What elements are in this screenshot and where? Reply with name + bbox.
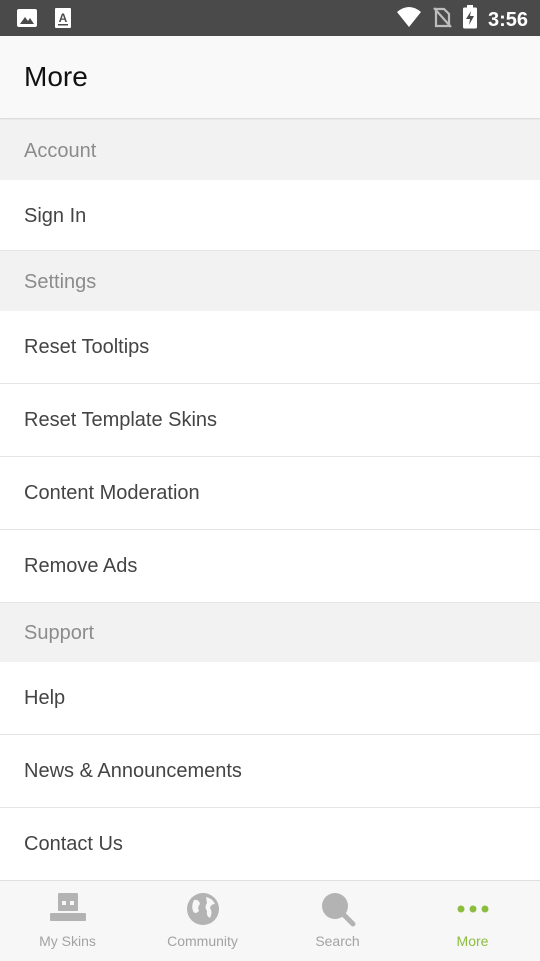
svg-text:A: A <box>59 11 68 25</box>
bottom-nav: My Skins Community Search More <box>0 880 540 961</box>
image-icon <box>16 7 38 34</box>
nav-item-my-skins[interactable]: My Skins <box>0 881 135 961</box>
menu-item-reset-template-skins[interactable]: Reset Template Skins <box>0 384 540 457</box>
page-title: More <box>24 61 88 92</box>
text-a-icon: A <box>54 7 72 34</box>
status-bar: A 3:56 <box>0 0 540 36</box>
more-dots-icon <box>453 891 493 927</box>
nav-label-community: Community <box>167 933 238 949</box>
section-header-account: Account <box>0 120 540 180</box>
menu-item-content-moderation[interactable]: Content Moderation <box>0 457 540 530</box>
menu-item-help[interactable]: Help <box>0 662 540 735</box>
menu-item-contact-us[interactable]: Contact Us <box>0 808 540 881</box>
menu-item-news-announcements[interactable]: News & Announcements <box>0 735 540 808</box>
nav-label-more: More <box>456 933 489 949</box>
menu-item-reset-tooltips[interactable]: Reset Tooltips <box>0 311 540 384</box>
status-right-icons: 3:56 <box>396 5 528 34</box>
wifi-icon <box>396 6 422 33</box>
nav-item-community[interactable]: Community <box>135 881 270 961</box>
skin-icon <box>48 891 88 927</box>
menu-item-sign-in[interactable]: Sign In <box>0 180 540 251</box>
nav-item-search[interactable]: Search <box>270 881 405 961</box>
section-header-support: Support <box>0 603 540 662</box>
menu-item-remove-ads[interactable]: Remove Ads <box>0 530 540 603</box>
nav-item-more[interactable]: More <box>405 881 540 961</box>
nav-label-search: Search <box>315 933 360 949</box>
menu-list: Account Sign In Settings Reset Tooltips … <box>0 120 540 881</box>
status-left-icons: A <box>16 7 72 34</box>
battery-charging-icon <box>462 5 478 34</box>
globe-icon <box>183 891 223 927</box>
no-sim-icon <box>432 6 452 33</box>
app-bar: More <box>0 36 540 119</box>
nav-label-my-skins: My Skins <box>39 933 96 949</box>
section-header-settings: Settings <box>0 251 540 311</box>
status-time: 3:56 <box>487 8 528 31</box>
search-icon <box>318 891 358 927</box>
